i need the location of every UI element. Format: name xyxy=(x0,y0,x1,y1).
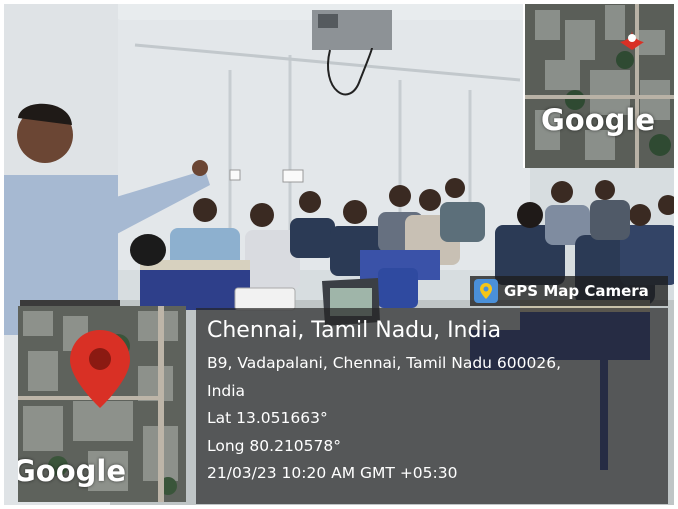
location-title: Chennai, Tamil Nadu, India xyxy=(207,318,502,343)
timestamp: 21/03/23 10:20 AM GMT +05:30 xyxy=(207,464,458,482)
app-name-label: GPS Map Camera xyxy=(504,282,649,300)
latitude: Lat 13.051663° xyxy=(207,409,328,427)
address-line-1: B9, Vadapalani, Chennai, Tamil Nadu 6000… xyxy=(207,354,562,372)
satellite-map-top xyxy=(525,0,678,168)
app-watermark-badge: GPS Map Camera xyxy=(470,276,668,306)
gps-map-camera-icon xyxy=(474,279,498,303)
map-thumbnail-bottom: Google xyxy=(18,306,186,502)
map-thumbnail-top: Google xyxy=(523,0,678,168)
longitude: Long 80.210578° xyxy=(207,436,342,455)
google-logo-top: Google xyxy=(541,103,656,137)
location-info-text: Chennai, Tamil Nadu, India B9, Vadapalan… xyxy=(207,316,561,488)
address-line-2: India xyxy=(207,381,246,400)
google-logo-bottom: Google xyxy=(18,454,127,488)
